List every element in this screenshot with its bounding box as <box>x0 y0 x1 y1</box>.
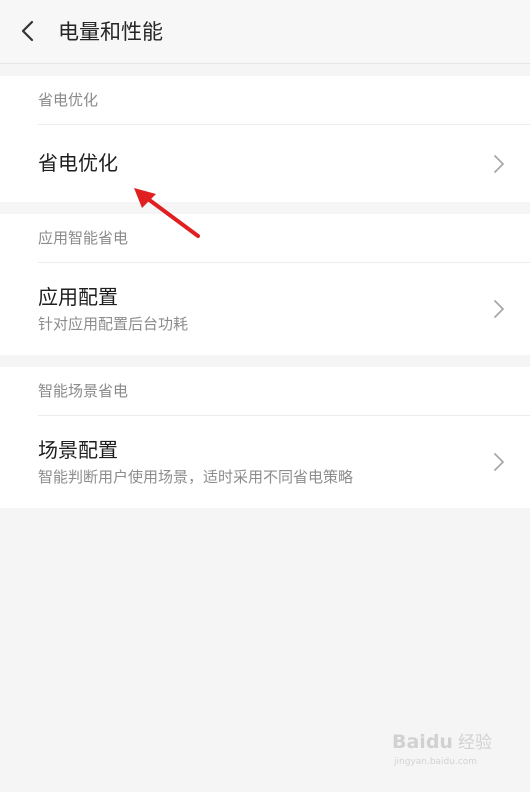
section-power-saving: 省电优化 省电优化 <box>0 76 530 202</box>
page-title: 电量和性能 <box>58 20 163 44</box>
row-subtitle: 智能判断用户使用场景，适时采用不同省电策略 <box>38 468 354 486</box>
row-title: 场景配置 <box>38 438 118 462</box>
row-app-config[interactable]: 应用配置 针对应用配置后台功耗 <box>0 263 530 355</box>
chevron-right-icon <box>494 300 504 318</box>
section-header: 应用智能省电 <box>38 229 129 247</box>
chevron-left-icon <box>21 20 34 42</box>
section-scene-smart-saving: 智能场景省电 场景配置 智能判断用户使用场景，适时采用不同省电策略 <box>0 367 530 508</box>
row-scene-config[interactable]: 场景配置 智能判断用户使用场景，适时采用不同省电策略 <box>0 416 530 508</box>
chevron-right-icon <box>494 453 504 471</box>
section-app-smart-saving: 应用智能省电 应用配置 针对应用配置后台功耗 <box>0 214 530 355</box>
app-header: 电量和性能 <box>0 0 530 64</box>
watermark-url: jingyan.baidu.com <box>393 757 477 767</box>
row-subtitle: 针对应用配置后台功耗 <box>38 315 189 333</box>
row-title: 省电优化 <box>38 151 118 175</box>
row-title: 应用配置 <box>38 285 118 309</box>
watermark-brand: Baidu <box>392 731 453 753</box>
back-button[interactable] <box>14 16 44 46</box>
section-header: 智能场景省电 <box>38 382 129 400</box>
row-power-saving[interactable]: 省电优化 <box>0 125 530 202</box>
section-header: 省电优化 <box>38 91 99 109</box>
chevron-right-icon <box>494 155 504 173</box>
watermark-brand-cn: 经验 <box>458 733 492 753</box>
baidu-jingyan-watermark: Baidu 经验 jingyan.baidu.com <box>392 731 492 767</box>
